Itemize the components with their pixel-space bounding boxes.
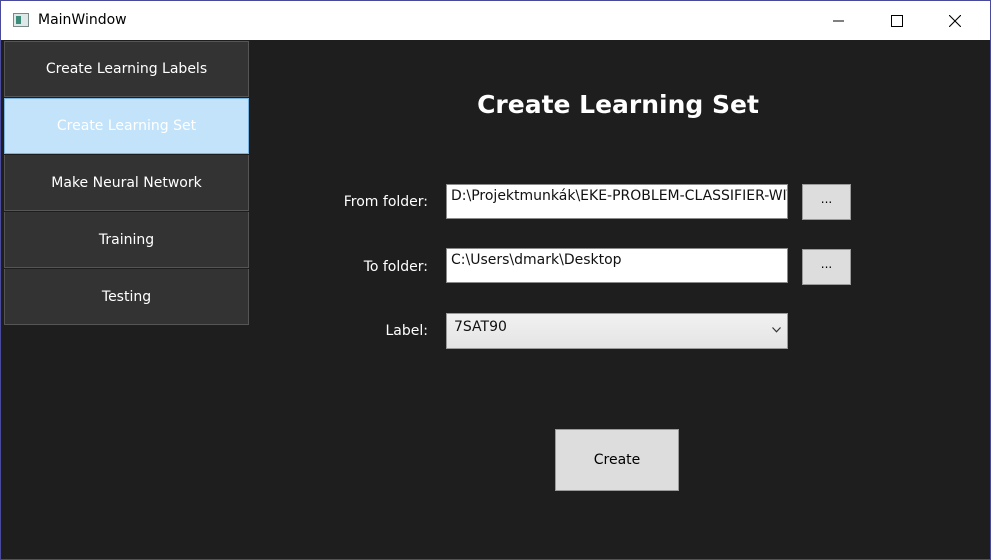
to-folder-input[interactable]: C:\Users\dmark\Desktop [446,248,788,283]
window-title: MainWindow [38,12,127,28]
nav-item-label: Make Neural Network [51,174,202,191]
nav-item-label: Testing [101,288,152,305]
maximize-button[interactable] [874,1,920,40]
nav-item-testing[interactable]: Testing [4,269,249,325]
nav-item-create-learning-set[interactable]: Create Learning Set [4,98,249,154]
close-button[interactable] [932,1,978,40]
title-bar[interactable]: MainWindow [1,1,990,40]
label-field-label: Label: [385,323,429,339]
minimize-icon [833,20,844,21]
to-folder-browse-button[interactable]: ... [802,249,851,285]
close-icon [949,14,961,27]
maximize-icon [891,14,903,27]
content-area: Create Learning Labels Create Learning S… [1,40,990,559]
main-window: MainWindow Create Learning Labels Create… [0,0,991,560]
chevron-down-icon [772,327,781,333]
from-folder-label: From folder: [343,194,428,210]
page-title: Create Learning Set [477,90,759,119]
to-folder-label: To folder: [363,259,428,275]
nav-item-label: Create Learning Set [56,118,197,134]
label-select-value: 7SAT90 [454,319,507,335]
sidebar-nav: Create Learning Labels Create Learning S… [4,41,249,326]
minimize-button[interactable] [816,1,862,40]
create-button[interactable]: Create [555,429,679,491]
from-folder-browse-button[interactable]: ... [802,184,851,220]
nav-item-label: Create Learning Labels [45,61,208,77]
app-icon [13,13,29,27]
nav-item-label: Training [98,231,155,248]
nav-item-training[interactable]: Training [4,212,249,268]
from-folder-input[interactable]: D:\Projektmunkák\EKE-PROBLEM-CLASSIFIER-… [446,184,788,219]
nav-item-create-learning-labels[interactable]: Create Learning Labels [4,41,249,97]
label-select[interactable]: 7SAT90 [446,313,788,349]
nav-item-make-neural-network[interactable]: Make Neural Network [4,155,249,211]
